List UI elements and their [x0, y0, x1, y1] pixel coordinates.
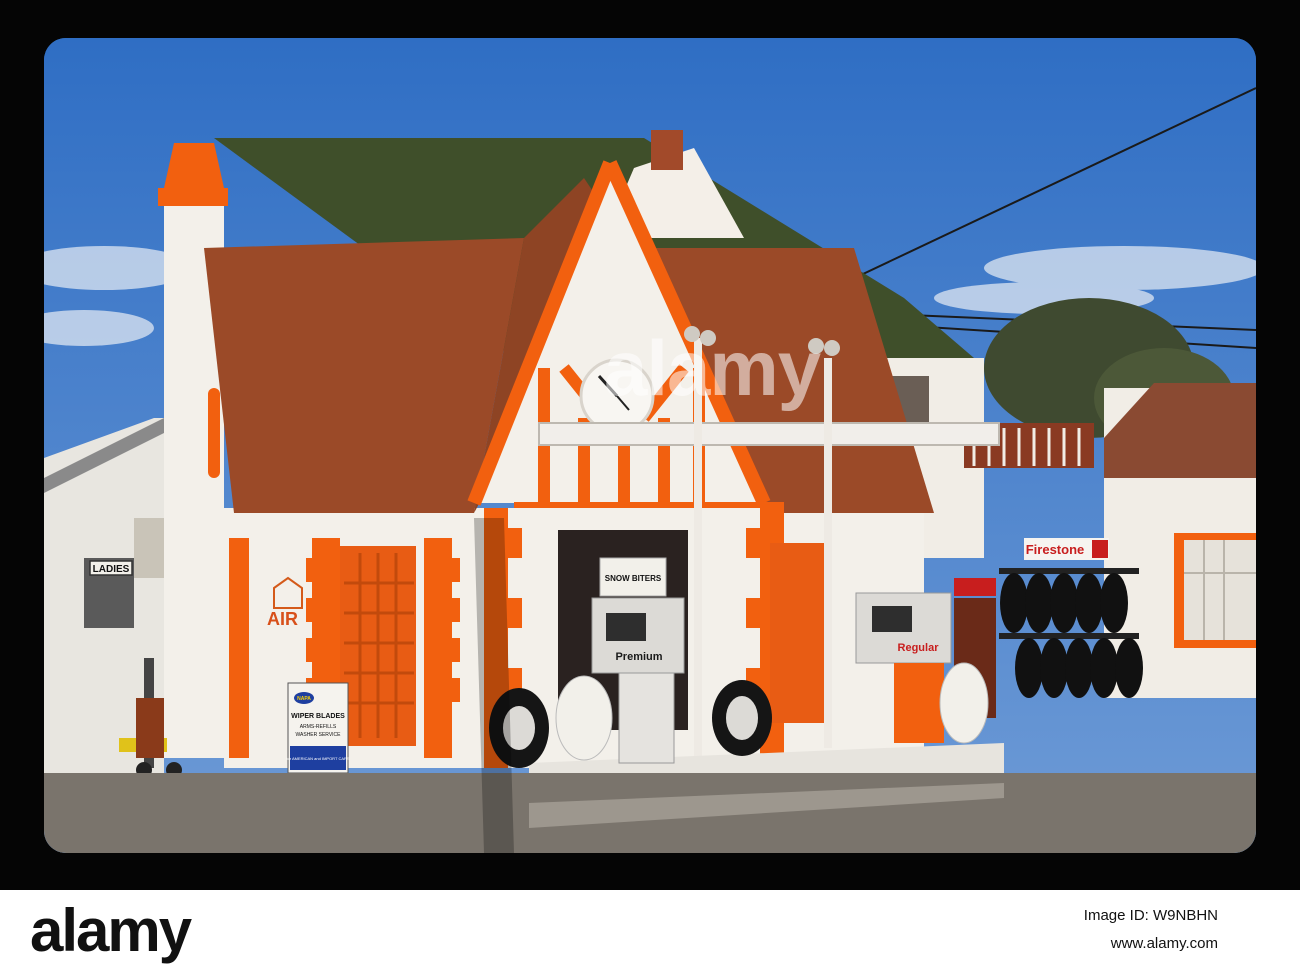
premium-pump-label: Premium	[615, 651, 662, 663]
footer-url: www.alamy.com	[1110, 935, 1218, 952]
snow-biters-sign-group: SNOW BITERS	[599, 557, 667, 597]
image-id-label: Image ID: W9NBHN	[1083, 907, 1218, 924]
regular-pump-label: Regular	[898, 642, 940, 654]
footer-logo: alamy	[30, 896, 192, 965]
firestone-sign-group: Firestone	[1024, 538, 1109, 560]
napa-line3: WASHER SERVICE	[295, 732, 341, 738]
footer-bar	[0, 890, 1300, 979]
napa-brand: NAPA	[297, 696, 311, 702]
snow-biters-sign: SNOW BITERS	[605, 574, 662, 583]
footer-logo-text: alamy	[30, 897, 192, 964]
napa-line2: ARMS-REFILLS	[300, 724, 337, 730]
air-sign: AIR	[267, 609, 298, 629]
gas-station-photo: LADIES AIR Firestone SNOW BITERS Premium…	[44, 38, 1256, 853]
gas-station-illustration: LADIES AIR Firestone SNOW BITERS Premium…	[44, 38, 1256, 853]
napa-sign-group: NAPA WIPER BLADES ARMS-REFILLS WASHER SE…	[286, 682, 350, 774]
watermark-text: alamy	[604, 324, 821, 412]
napa-title: WIPER BLADES	[291, 713, 345, 720]
ladies-sign: LADIES	[93, 564, 130, 575]
napa-line4: for AMERICAN and IMPORT CARS	[286, 756, 350, 761]
firestone-sign: Firestone	[1026, 542, 1085, 557]
ladies-sign-group: LADIES	[89, 560, 133, 576]
chimney	[158, 143, 228, 758]
